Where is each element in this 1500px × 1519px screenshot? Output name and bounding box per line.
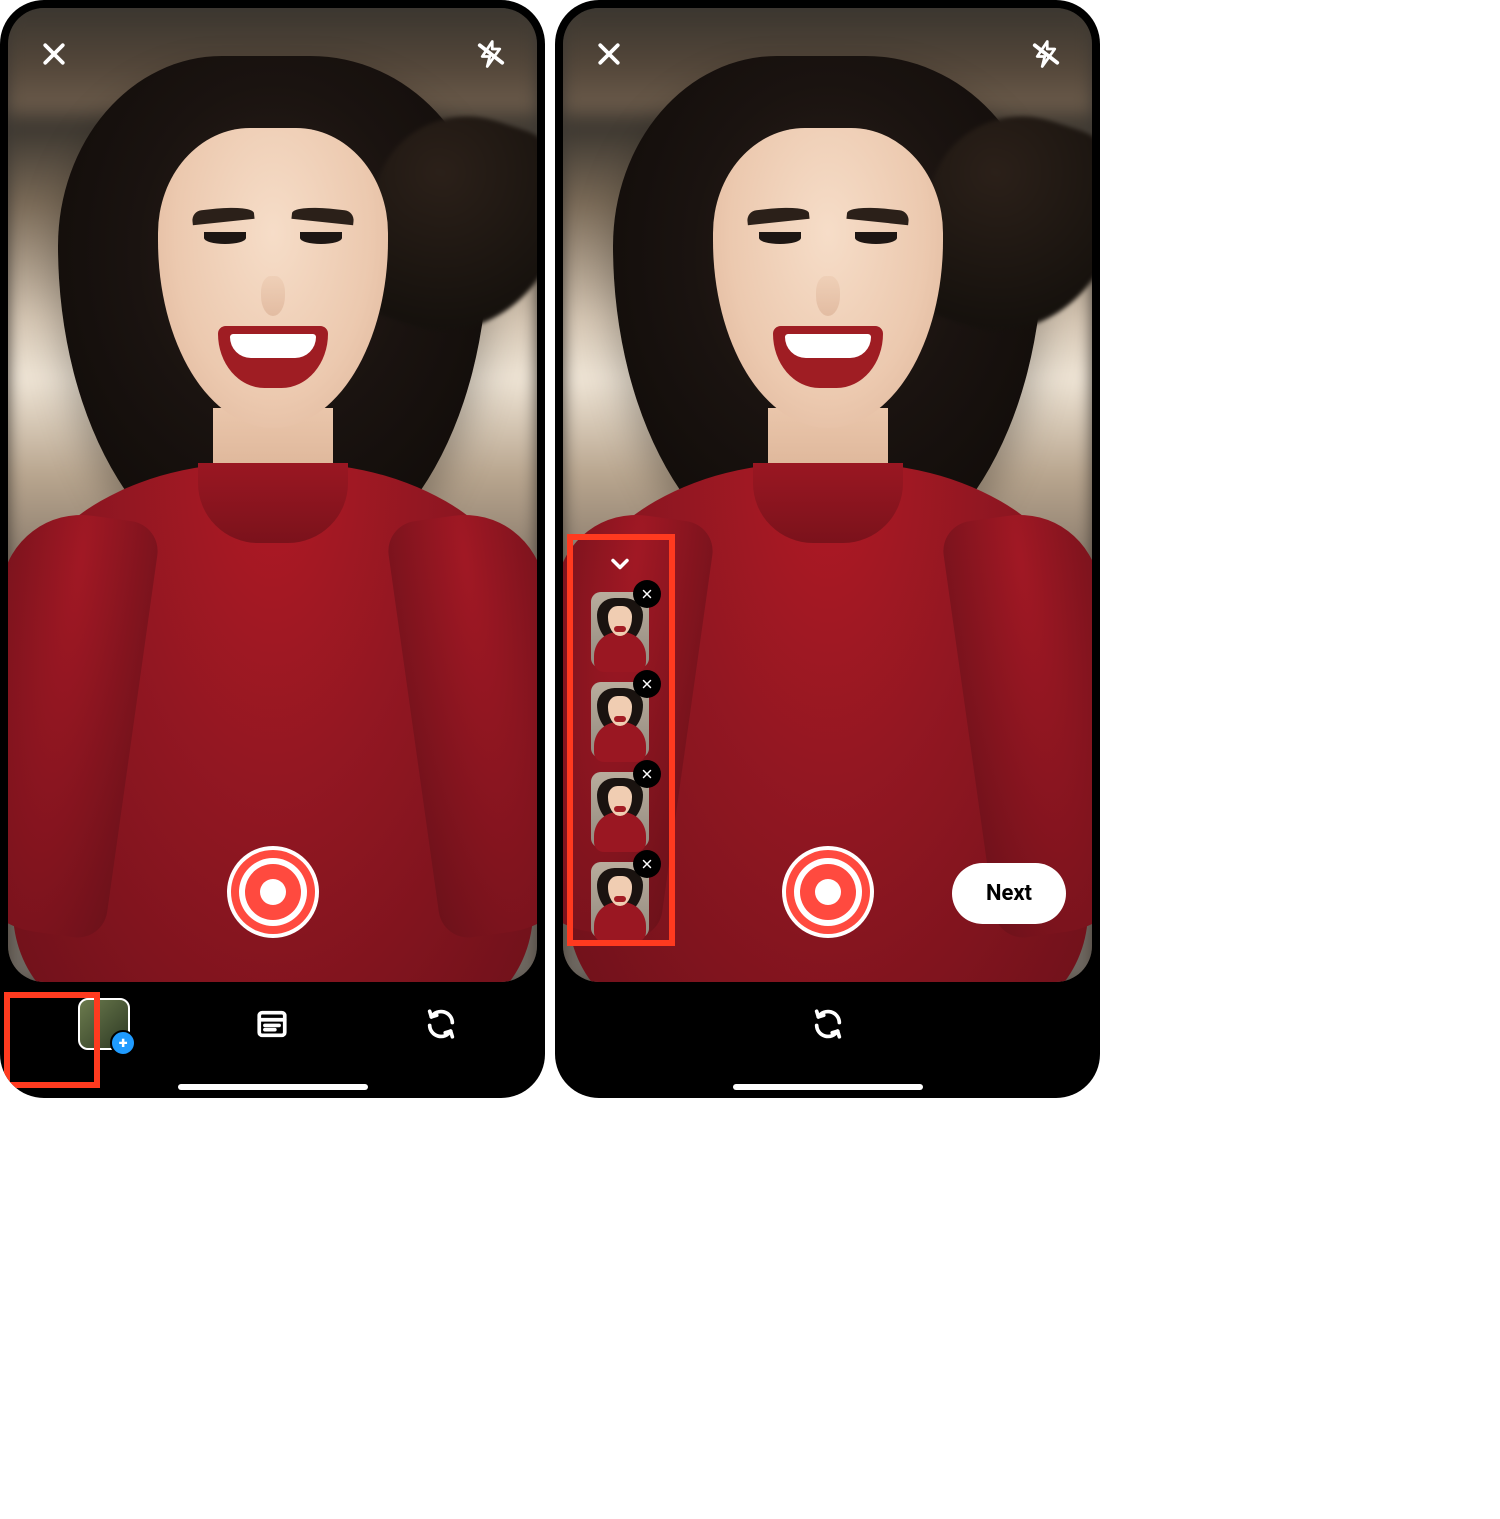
clip-thumbnail[interactable] xyxy=(591,592,649,668)
close-icon xyxy=(594,39,624,69)
bottom-toolbar: + xyxy=(0,966,545,1098)
delete-clip-button[interactable] xyxy=(633,580,661,608)
close-button[interactable] xyxy=(585,30,633,78)
clip-thumbnail[interactable] xyxy=(591,862,649,938)
camera-viewfinder: Next xyxy=(563,8,1092,982)
gallery-add-button[interactable]: + xyxy=(74,994,134,1054)
close-icon xyxy=(39,39,69,69)
flip-camera-button[interactable] xyxy=(798,994,858,1054)
phone-right: Next xyxy=(555,0,1100,1098)
flash-off-icon xyxy=(476,39,506,69)
close-icon xyxy=(641,768,653,780)
shutter-button[interactable] xyxy=(227,846,319,938)
flip-camera-icon xyxy=(811,1007,845,1041)
recorded-clips-stack xyxy=(577,550,663,938)
flash-off-icon xyxy=(1031,39,1061,69)
flip-camera-button[interactable] xyxy=(411,994,471,1054)
delete-clip-button[interactable] xyxy=(633,670,661,698)
collapse-clips-button[interactable] xyxy=(606,550,634,578)
camera-preview-image xyxy=(8,8,537,982)
flash-toggle-button[interactable] xyxy=(1022,30,1070,78)
home-indicator xyxy=(733,1084,923,1090)
close-icon xyxy=(641,588,653,600)
clip-thumbnail[interactable] xyxy=(591,682,649,758)
next-button[interactable]: Next xyxy=(952,863,1066,924)
chevron-down-icon xyxy=(606,550,634,578)
flash-toggle-button[interactable] xyxy=(467,30,515,78)
phone-left: + xyxy=(0,0,545,1098)
clip-thumbnail[interactable] xyxy=(591,772,649,848)
close-button[interactable] xyxy=(30,30,78,78)
flip-camera-icon xyxy=(424,1007,458,1041)
camera-viewfinder xyxy=(8,8,537,982)
bottom-toolbar xyxy=(555,966,1100,1098)
shutter-button[interactable] xyxy=(782,846,874,938)
close-icon xyxy=(641,858,653,870)
close-icon xyxy=(641,678,653,690)
templates-icon xyxy=(255,1007,289,1041)
plus-badge-icon: + xyxy=(110,1030,136,1056)
templates-button[interactable] xyxy=(242,994,302,1054)
delete-clip-button[interactable] xyxy=(633,850,661,878)
gallery-thumbnail-icon: + xyxy=(78,998,130,1050)
screenshot-pair: + xyxy=(0,0,1100,1100)
home-indicator xyxy=(178,1084,368,1090)
delete-clip-button[interactable] xyxy=(633,760,661,788)
